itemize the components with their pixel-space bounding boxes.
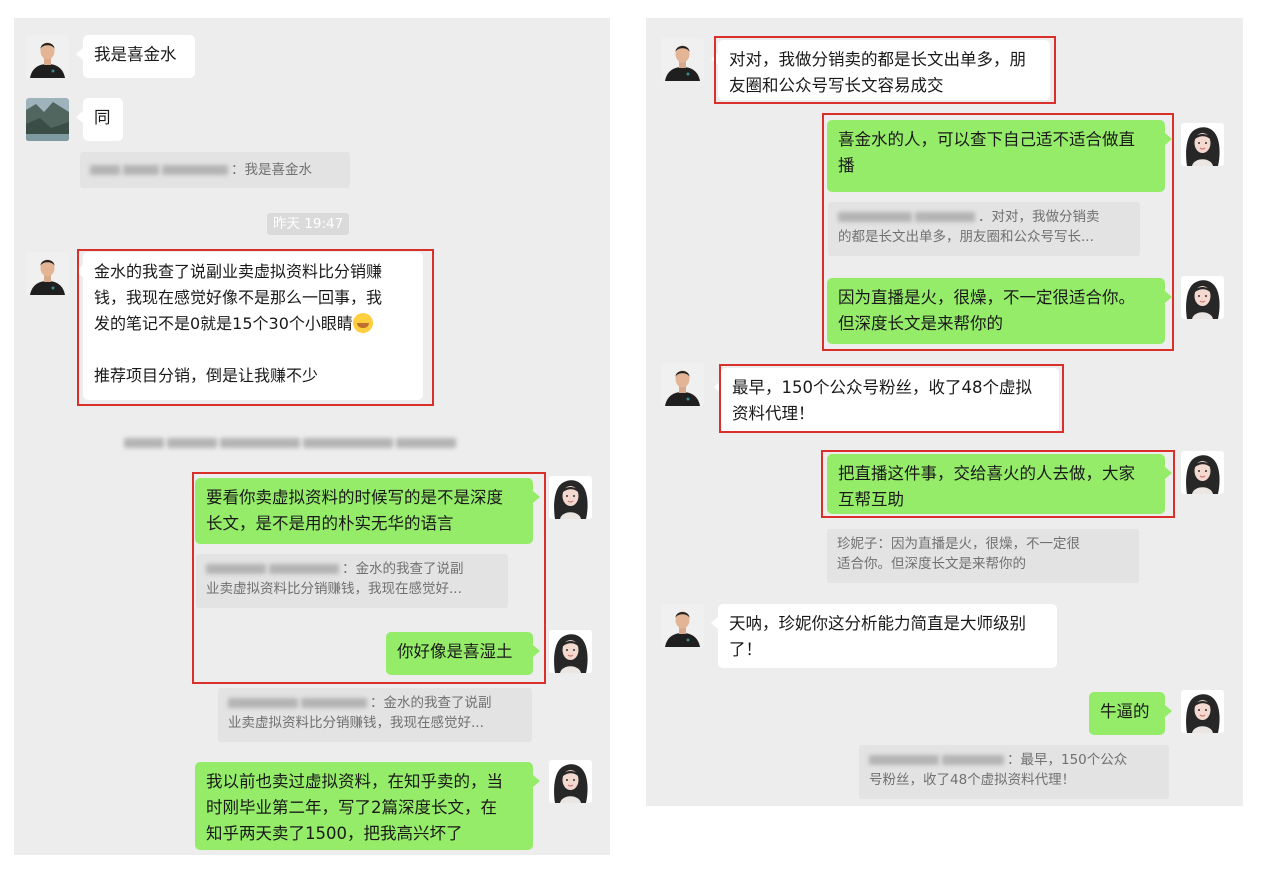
blurred-text xyxy=(220,437,300,448)
quote-line: 适合你。但深度长文是来帮你的 xyxy=(837,556,1026,572)
quote-line: 号粉丝，收了48个虚拟资料代理！ xyxy=(869,772,1076,788)
man-avatar-icon[interactable] xyxy=(661,604,704,647)
left-chat-panel: 我是喜金水 同 ：我是喜金水 昨天 19:47 金水的我查了说副业卖虚拟资料比分… xyxy=(14,18,610,855)
woman-avatar-icon[interactable] xyxy=(549,476,592,519)
quoted-reply[interactable]: ：最早，150个公众 号粉丝，收了48个虚拟资料代理！ xyxy=(859,745,1169,799)
blurred-name xyxy=(869,755,939,765)
timestamp: 昨天 19:47 xyxy=(267,213,350,235)
blurred-text xyxy=(396,437,456,448)
highlight-box xyxy=(822,113,1174,351)
highlight-box xyxy=(719,364,1064,433)
right-chat-panel: 对对，我做分销卖的都是长文出单多，朋 友圈和公众号写长文容易成交 喜金水的人，可… xyxy=(646,18,1243,806)
man-avatar-icon[interactable] xyxy=(661,363,704,406)
message-line: 了！ xyxy=(729,640,762,659)
message-bubble-sent: 牛逼的 xyxy=(1089,692,1172,735)
woman-avatar-icon[interactable] xyxy=(549,630,592,673)
quote-line: 业卖虚拟资料比分销赚钱，我现在感觉好... xyxy=(228,715,484,731)
message-text: 我是喜金水 xyxy=(94,45,177,64)
blurred-name xyxy=(123,165,159,175)
blurred-system-note xyxy=(124,432,494,448)
message-bubble: 天呐，珍妮你这分析能力简直是大师级别 了！ xyxy=(711,604,1057,668)
message-text: 牛逼的 xyxy=(1100,702,1150,721)
man-avatar-icon[interactable] xyxy=(26,252,69,295)
man-avatar-icon[interactable] xyxy=(661,38,704,81)
message-line: 我以前也卖过虚拟资料，在知乎卖的，当 xyxy=(206,772,503,791)
message-bubble: 我是喜金水 xyxy=(76,35,195,78)
blurred-name xyxy=(942,755,1004,765)
quote-text: ：我是喜金水 xyxy=(231,162,312,178)
woman-avatar-icon[interactable] xyxy=(1181,451,1224,494)
message-line: 时刚毕业第二年，写了2篇深度长文，在 xyxy=(206,798,497,817)
highlight-box xyxy=(714,36,1056,104)
blurred-text xyxy=(303,437,393,448)
quoted-reply[interactable]: 珍妮子：因为直播是火，很燥，不一定很 适合你。但深度长文是来帮你的 xyxy=(827,529,1139,583)
quote-line: 珍妮子：因为直播是火，很燥，不一定很 xyxy=(837,536,1080,552)
quoted-reply[interactable]: ：金水的我查了说副 业卖虚拟资料比分销赚钱，我现在感觉好... xyxy=(218,688,532,742)
woman-avatar-icon[interactable] xyxy=(549,760,592,803)
highlight-box xyxy=(192,472,546,684)
landscape-avatar-icon[interactable] xyxy=(26,98,69,141)
quoted-reply[interactable]: ：我是喜金水 xyxy=(80,152,350,188)
message-text: 同 xyxy=(94,108,111,127)
woman-avatar-icon[interactable] xyxy=(1181,123,1224,166)
blurred-name xyxy=(90,165,120,175)
blurred-name xyxy=(228,698,298,708)
blurred-text xyxy=(124,437,164,448)
message-line: 天呐，珍妮你这分析能力简直是大师级别 xyxy=(729,614,1026,633)
woman-avatar-icon[interactable] xyxy=(1181,690,1224,733)
message-line: 知乎两天卖了1500，把我高兴坏了 xyxy=(206,824,463,843)
message-bubble: 同 xyxy=(76,98,123,141)
blurred-name xyxy=(162,165,228,175)
blurred-text xyxy=(167,437,217,448)
blurred-name xyxy=(301,698,367,708)
quote-line: ：金水的我查了说副 xyxy=(370,695,492,711)
highlight-box xyxy=(77,249,434,406)
quote-line: ：最早，150个公众 xyxy=(1007,752,1128,768)
man-avatar-icon[interactable] xyxy=(26,35,69,78)
woman-avatar-icon[interactable] xyxy=(1181,276,1224,319)
message-bubble-sent: 我以前也卖过虚拟资料，在知乎卖的，当 时刚毕业第二年，写了2篇深度长文，在 知乎… xyxy=(195,762,540,850)
highlight-box xyxy=(821,450,1175,518)
